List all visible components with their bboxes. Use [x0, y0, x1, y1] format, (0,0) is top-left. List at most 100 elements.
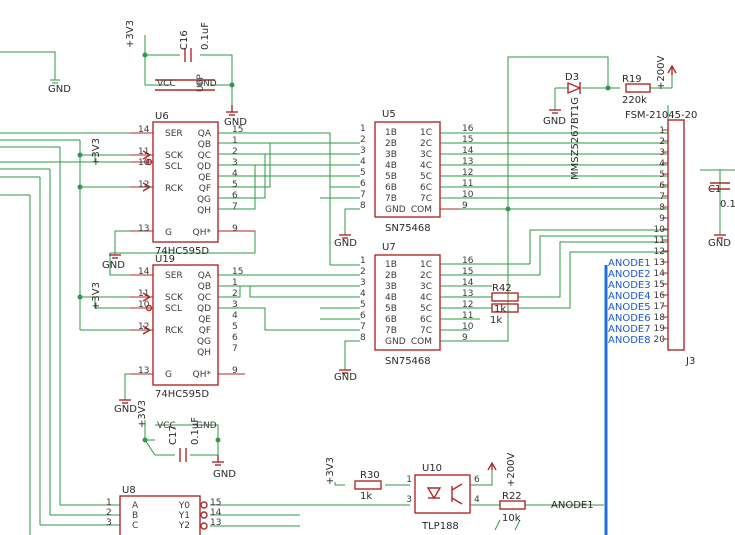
u6-pin-num: 6 — [232, 191, 238, 201]
u6-pin-num: 15 — [232, 125, 243, 135]
j3-pin-num: 18 — [654, 313, 666, 323]
u7-pin-1c: 1C — [420, 260, 432, 270]
u6-pin-qg: QG — [197, 195, 211, 205]
u6-pin-g: G — [165, 228, 172, 238]
j3-pin-num: 7 — [659, 192, 665, 202]
u7-pin-6b: 6B — [385, 315, 397, 325]
u7-pin-5c: 5C — [420, 304, 432, 314]
u5-pin-3b: 3B — [385, 150, 397, 160]
u6-pin-sck: SCK — [165, 151, 184, 161]
u19-pin-num: 12 — [138, 322, 149, 332]
u6-pin-qh: QH — [197, 206, 211, 216]
u19-pin-qb: QB — [198, 282, 211, 292]
u7-pin-num: 4 — [360, 289, 366, 299]
u19-pin-num: 10 — [138, 300, 150, 310]
gnd-label-c17: GND — [213, 469, 236, 480]
u6-ref: U6 — [155, 111, 169, 122]
u6-pin-num: 11 — [138, 147, 149, 157]
power-arrow — [487, 461, 497, 471]
u7-pin-1b: 1B — [385, 260, 397, 270]
gnd-label-u6g: GND — [102, 260, 125, 271]
u5-pin-1c: 1C — [420, 128, 432, 138]
u5-pin-num: 11 — [462, 179, 473, 189]
u7-pin-com: COM — [411, 337, 432, 347]
u7-pin-num: 10 — [462, 322, 474, 332]
u6-part: 74HC595D — [155, 246, 209, 257]
u19-pin-sck: SCK — [165, 293, 184, 303]
c1-value: 0.1 — [720, 199, 735, 210]
anode4-label: ANODE4 — [608, 291, 651, 302]
u7-pin-num: 2 — [360, 267, 366, 277]
u5-pin-7c: 7C — [420, 194, 432, 204]
u19-pin-scl: SCL — [165, 304, 182, 314]
u6-pin-num: 13 — [138, 224, 149, 234]
gnd-label-c1: GND — [708, 238, 731, 249]
c16-value: 0.1uF — [200, 22, 211, 50]
u7-pin-4c: 4C — [420, 293, 432, 303]
j3-pin-num: 2 — [659, 137, 665, 147]
u10-pin-num: 3 — [406, 495, 412, 505]
gnd-label-u5: GND — [334, 238, 357, 249]
c16-ref: C16 — [179, 30, 190, 50]
anode6-label: ANODE6 — [608, 313, 651, 324]
u7-pin-num: 14 — [462, 278, 474, 288]
u6-pin-qa: QA — [198, 129, 212, 139]
u7-pin-2b: 2B — [385, 271, 397, 281]
j3-pin-num: 10 — [654, 225, 666, 235]
gnd-symbol — [226, 105, 238, 116]
u5-pin-6c: 6C — [420, 183, 432, 193]
u5-pin-num: 14 — [462, 146, 474, 156]
u19-pin-num: 5 — [232, 322, 238, 332]
anode2-label: ANODE2 — [608, 269, 651, 280]
u7-pin-6c: 6C — [420, 315, 432, 325]
r42-ref: R42 — [492, 283, 512, 294]
r30-ref: R30 — [360, 470, 380, 481]
u7-pin-num: 3 — [360, 278, 366, 288]
gnd-symbol — [119, 399, 131, 404]
u19-pin-qhstar: QH* — [193, 370, 212, 380]
u5-pin-num: 6 — [360, 179, 366, 189]
gnd-label-d3: GND — [543, 116, 566, 127]
u6p-gnd: GND — [196, 79, 217, 89]
u5-pin-3c: 3C — [420, 150, 432, 160]
u19-pin-rck: RCK — [165, 326, 184, 336]
u7-pin-7c: 7C — [420, 326, 432, 336]
anode3-label: ANODE3 — [608, 280, 651, 291]
u6-pin-num: 14 — [138, 125, 150, 135]
pin-labels: SER14SCK11SCL10RCK12G13QA 15QB 1QC 2QD 3QE 4Q… — [106, 124, 665, 531]
j3-pin-num: 12 — [654, 247, 665, 257]
schematic-canvas: GND GND GND GND GND GND GND GND GND +3V3… — [0, 20, 735, 535]
gnd-label-u19g: GND — [114, 404, 137, 415]
u19-pin-qf: QF — [199, 326, 211, 336]
gnd-symbol — [109, 254, 121, 259]
u5-pin-num: 15 — [462, 135, 473, 145]
u8-pin-b: B — [132, 511, 138, 521]
j3-ref: J3 — [685, 356, 695, 367]
u6-pin-qhstar: QH* — [193, 228, 212, 238]
j3-pin-num: 1 — [659, 126, 665, 136]
u7-pin-3b: 3B — [385, 282, 397, 292]
u8-pin-num: 13 — [210, 518, 221, 528]
r44-value: 1k — [490, 315, 502, 326]
u10-pin-num: 1 — [406, 475, 412, 485]
u5-pin-num: 12 — [462, 168, 473, 178]
u6-pin-qd: QD — [197, 162, 211, 172]
u5-pin-num: 2 — [360, 135, 366, 145]
u5-pin-5c: 5C — [420, 172, 432, 182]
u7-pin-num: 8 — [360, 333, 366, 343]
u6-pin-num: 7 — [232, 202, 238, 212]
u5-pin-gnd: GND — [385, 205, 406, 215]
c17-value: 0.1uF — [190, 417, 201, 445]
u6p-vcc: VCC — [157, 79, 176, 89]
u8-pin-num: 14 — [210, 508, 222, 518]
anode1-label: ANODE1 — [608, 258, 651, 269]
gnd-symbol — [212, 455, 224, 466]
u19-pin-qh: QH — [197, 348, 211, 358]
u8-pin-num: 2 — [106, 508, 112, 518]
u5-pin-5b: 5B — [385, 172, 397, 182]
r30-value: 1k — [360, 491, 372, 502]
u8-pin-c: C — [132, 521, 138, 531]
u19-pin-g: G — [165, 370, 172, 380]
j3-pin-num: 15 — [654, 280, 665, 290]
u19-pin-num: 1 — [232, 278, 238, 288]
